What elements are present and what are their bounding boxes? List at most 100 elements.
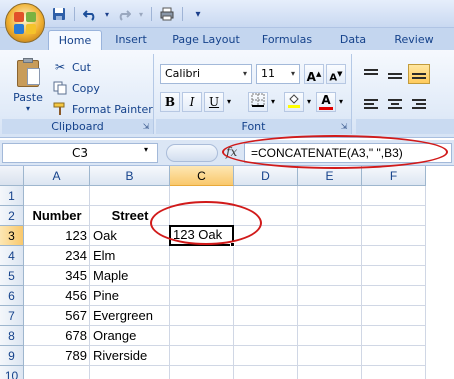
fill-color-dropdown-icon[interactable]: ▾ bbox=[304, 92, 314, 112]
row-header-9[interactable]: 9 bbox=[0, 346, 24, 366]
row-header-5[interactable]: 5 bbox=[0, 266, 24, 286]
undo-dropdown-icon[interactable]: ▾ bbox=[103, 5, 111, 23]
cell[interactable] bbox=[234, 226, 298, 246]
print-icon[interactable] bbox=[158, 5, 176, 23]
row-header-8[interactable]: 8 bbox=[0, 326, 24, 346]
cell[interactable] bbox=[362, 226, 426, 246]
column-header-b[interactable]: B bbox=[90, 166, 170, 186]
formula-input[interactable]: =CONCATENATE(A3," ",B3) bbox=[244, 143, 452, 163]
number-cell[interactable]: 123 bbox=[24, 226, 90, 246]
formula-bar-expand-handle[interactable] bbox=[166, 144, 218, 162]
cell[interactable] bbox=[362, 246, 426, 266]
insert-function-icon[interactable]: fx bbox=[226, 145, 237, 159]
borders-button[interactable] bbox=[248, 92, 268, 112]
cell[interactable] bbox=[362, 206, 426, 226]
cell[interactable] bbox=[362, 186, 426, 206]
cell[interactable] bbox=[298, 266, 362, 286]
column-header-f[interactable]: F bbox=[362, 166, 426, 186]
tab-insert[interactable]: Insert bbox=[104, 30, 158, 50]
number-cell[interactable]: 789 bbox=[24, 346, 90, 366]
spreadsheet-grid[interactable]: A B C D E F 1 2 3 4 5 6 7 8 9 10 Number Street 123 Oak 123 O… bbox=[0, 166, 454, 379]
tab-page-layout[interactable]: Page Layout bbox=[164, 30, 248, 50]
font-size-select[interactable]: 11 ▾ bbox=[256, 64, 300, 84]
row-header-2[interactable]: 2 bbox=[0, 206, 24, 226]
underline-dropdown-icon[interactable]: ▾ bbox=[224, 92, 234, 112]
undo-icon[interactable] bbox=[81, 5, 99, 23]
align-middle-button[interactable] bbox=[384, 64, 406, 84]
street-cell[interactable]: Oak bbox=[90, 226, 170, 246]
align-center-button[interactable] bbox=[384, 94, 406, 114]
cell[interactable] bbox=[298, 346, 362, 366]
redo-icon[interactable] bbox=[115, 5, 133, 23]
align-left-button[interactable] bbox=[360, 94, 382, 114]
cell[interactable] bbox=[234, 366, 298, 379]
number-cell[interactable]: 456 bbox=[24, 286, 90, 306]
tab-formulas[interactable]: Formulas bbox=[254, 30, 320, 50]
fill-handle[interactable] bbox=[230, 242, 235, 247]
align-right-button[interactable] bbox=[408, 94, 430, 114]
street-cell[interactable]: Orange bbox=[90, 326, 170, 346]
tab-data[interactable]: Data bbox=[328, 30, 378, 50]
row-header-7[interactable]: 7 bbox=[0, 306, 24, 326]
column-header-e[interactable]: E bbox=[298, 166, 362, 186]
street-cell[interactable]: Riverside bbox=[90, 346, 170, 366]
column-header-d[interactable]: D bbox=[234, 166, 298, 186]
bold-button[interactable]: B bbox=[160, 92, 180, 112]
cell[interactable] bbox=[362, 286, 426, 306]
cell[interactable] bbox=[234, 266, 298, 286]
name-box[interactable]: C3 bbox=[2, 143, 158, 163]
row-header-3[interactable]: 3 bbox=[0, 226, 24, 246]
shrink-font-button[interactable]: A▼ bbox=[326, 64, 346, 84]
cell[interactable] bbox=[298, 306, 362, 326]
fill-color-button[interactable] bbox=[284, 92, 304, 112]
cell[interactable] bbox=[170, 246, 234, 266]
cell[interactable] bbox=[170, 306, 234, 326]
cell[interactable] bbox=[24, 186, 90, 206]
font-color-button[interactable]: A bbox=[316, 92, 336, 112]
column-header-a[interactable]: A bbox=[24, 166, 90, 186]
align-bottom-button[interactable] bbox=[408, 64, 430, 84]
italic-button[interactable]: I bbox=[182, 92, 202, 112]
paste-button[interactable]: Paste ▾ bbox=[8, 58, 48, 116]
cell[interactable] bbox=[170, 326, 234, 346]
cell[interactable] bbox=[298, 246, 362, 266]
cell[interactable] bbox=[90, 186, 170, 206]
cell[interactable] bbox=[298, 186, 362, 206]
chevron-down-icon[interactable]: ▾ bbox=[239, 65, 251, 83]
cell[interactable] bbox=[234, 286, 298, 306]
cut-button[interactable]: ✂ Cut bbox=[52, 58, 91, 76]
row-header-10[interactable]: 10 bbox=[0, 366, 24, 379]
office-button[interactable] bbox=[5, 3, 45, 43]
cell[interactable] bbox=[234, 326, 298, 346]
cell[interactable] bbox=[362, 266, 426, 286]
street-cell[interactable]: Pine bbox=[90, 286, 170, 306]
active-cell-c3[interactable]: 123 Oak bbox=[169, 225, 234, 246]
row-header-1[interactable]: 1 bbox=[0, 186, 24, 206]
cell[interactable] bbox=[234, 246, 298, 266]
row-header-6[interactable]: 6 bbox=[0, 286, 24, 306]
cell[interactable] bbox=[170, 286, 234, 306]
copy-button[interactable]: Copy bbox=[52, 79, 100, 97]
cell[interactable] bbox=[170, 186, 234, 206]
number-cell[interactable]: 345 bbox=[24, 266, 90, 286]
street-cell[interactable]: Maple bbox=[90, 266, 170, 286]
number-cell[interactable]: 234 bbox=[24, 246, 90, 266]
tab-review[interactable]: Review bbox=[384, 30, 444, 50]
header-cell-number[interactable]: Number bbox=[24, 206, 90, 226]
cell[interactable] bbox=[90, 366, 170, 379]
cell[interactable] bbox=[298, 326, 362, 346]
cell[interactable] bbox=[298, 206, 362, 226]
dialog-launcher-icon[interactable]: ⇲ bbox=[141, 122, 151, 132]
tab-home[interactable]: Home bbox=[48, 30, 102, 50]
number-cell[interactable]: 567 bbox=[24, 306, 90, 326]
grow-font-button[interactable]: A▲ bbox=[304, 64, 324, 84]
customize-toolbar-icon[interactable]: ▾ bbox=[189, 5, 207, 23]
cell[interactable] bbox=[362, 346, 426, 366]
cell[interactable] bbox=[170, 266, 234, 286]
cell[interactable] bbox=[234, 306, 298, 326]
street-cell[interactable]: Evergreen bbox=[90, 306, 170, 326]
cell[interactable] bbox=[234, 346, 298, 366]
cell[interactable] bbox=[24, 366, 90, 379]
redo-dropdown-icon[interactable]: ▾ bbox=[137, 5, 145, 23]
select-all-corner[interactable] bbox=[0, 166, 24, 186]
